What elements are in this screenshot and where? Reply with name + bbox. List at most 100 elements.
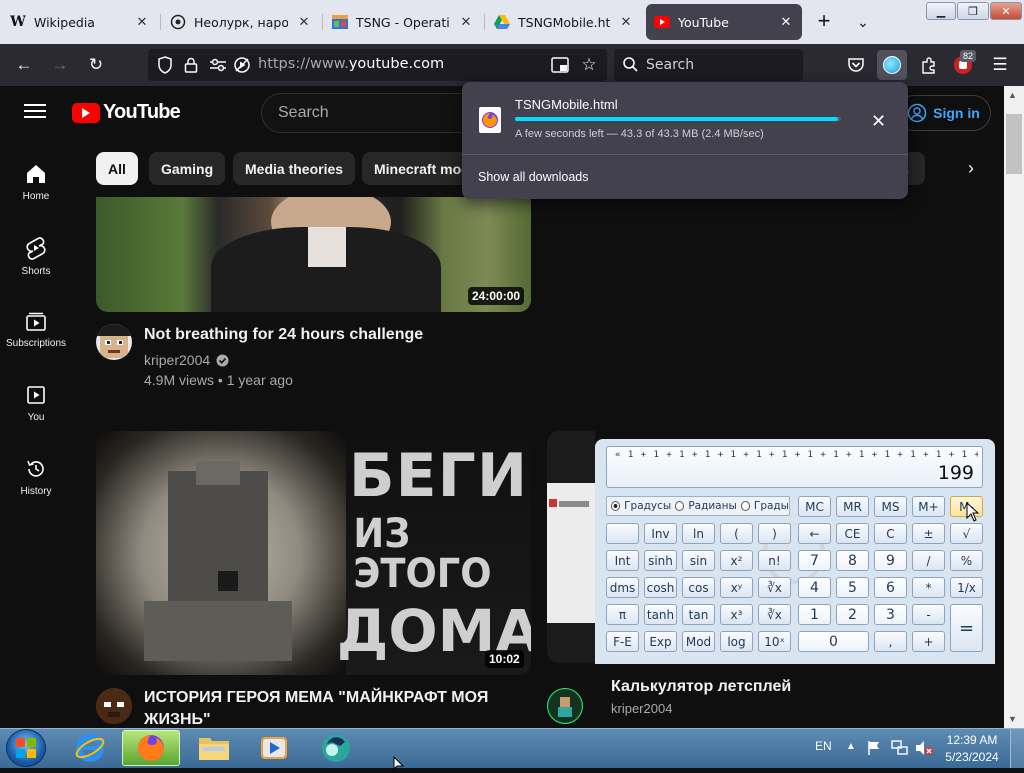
calc-key[interactable]: Mod [682, 631, 715, 652]
calc-ms-button[interactable]: MS [874, 496, 907, 517]
reader-view-icon[interactable] [547, 52, 573, 78]
guide-menu-icon[interactable] [24, 103, 46, 122]
calc-key[interactable]: ← [798, 523, 831, 544]
channel-avatar[interactable] [547, 688, 583, 724]
extensions-puzzle-icon[interactable] [916, 52, 942, 78]
calc-key[interactable]: * [912, 577, 945, 598]
calc-key[interactable]: tanh [644, 604, 677, 625]
calc-equals-button[interactable]: = [950, 604, 983, 652]
sign-in-button[interactable]: Sign in [896, 95, 991, 131]
scroll-down-icon[interactable]: ▼ [1008, 714, 1017, 724]
calc-key[interactable]: ( [720, 523, 753, 544]
calc-key[interactable]: 2 [836, 604, 869, 625]
calc-key[interactable]: % [950, 550, 983, 571]
calc-key[interactable]: ∛x [758, 577, 791, 598]
calc-key[interactable]: C [874, 523, 907, 544]
calc-key[interactable]: tan [682, 604, 715, 625]
sidebar-item-home[interactable]: Home [0, 163, 72, 202]
calc-key[interactable]: √ [950, 523, 983, 544]
channel-avatar[interactable] [96, 688, 132, 724]
radio-degrees[interactable] [611, 501, 621, 511]
calc-key[interactable]: 6 [874, 577, 907, 598]
calc-key[interactable]: dms [606, 577, 639, 598]
tab-neolurk[interactable]: Неолурк, народны ✕ [162, 4, 320, 40]
calc-key[interactable]: Int [606, 550, 639, 571]
channel-avatar[interactable] [96, 324, 132, 360]
calc-key[interactable]: 3 [874, 604, 907, 625]
video-thumbnail[interactable] [96, 197, 531, 312]
channel-name-row[interactable]: kriper2004 [144, 352, 229, 368]
reload-icon[interactable]: ↻ [83, 52, 109, 78]
list-tabs-icon[interactable]: ⌄ [852, 10, 874, 34]
calc-key[interactable]: cosh [644, 577, 677, 598]
close-window-button[interactable]: ✕ [990, 2, 1022, 20]
calc-mc-button[interactable]: MC [798, 496, 831, 517]
calc-key[interactable]: ln [682, 523, 715, 544]
calc-key[interactable]: , [874, 631, 907, 652]
sidebar-item-subscriptions[interactable]: Subscriptions [0, 310, 72, 349]
calc-key[interactable]: log [720, 631, 753, 652]
search-bar[interactable] [614, 49, 803, 81]
tab-youtube[interactable]: YouTube ✕ [646, 4, 802, 40]
scrollbar-thumb[interactable] [1006, 114, 1022, 174]
chip-minecraft-mod[interactable]: Minecraft mod [362, 152, 472, 185]
permissions-icon[interactable] [205, 52, 231, 78]
calc-key[interactable]: - [912, 604, 945, 625]
close-tab-icon[interactable]: ✕ [296, 14, 312, 30]
tracking-shield-icon[interactable] [152, 52, 178, 78]
chip-all[interactable]: All [96, 152, 138, 185]
input-language[interactable]: EN [815, 739, 832, 753]
sidebar-item-history[interactable]: History [0, 458, 72, 497]
calc-key[interactable]: 1/x [950, 577, 983, 598]
new-tab-icon[interactable]: + [813, 10, 835, 34]
video-thumbnail[interactable] [547, 431, 595, 663]
restore-button[interactable]: ❐ [957, 2, 989, 20]
video-title[interactable]: Калькулятор летсплей [611, 676, 791, 698]
calc-key[interactable]: x² [720, 550, 753, 571]
calc-key[interactable]: 9 [874, 550, 907, 571]
calc-key[interactable]: 1 [798, 604, 831, 625]
show-hidden-icons-icon[interactable]: ▲ [846, 741, 856, 752]
calc-key[interactable]: CE [836, 523, 869, 544]
calc-key[interactable]: 8 [836, 550, 869, 571]
calc-mplus-button[interactable]: M+ [912, 496, 945, 517]
calc-key[interactable]: π [606, 604, 639, 625]
minimize-button[interactable]: ▁ [926, 2, 956, 20]
calc-key[interactable]: + [912, 631, 945, 652]
account-button[interactable] [877, 50, 907, 80]
calc-key[interactable]: ± [912, 523, 945, 544]
radio-radians[interactable] [675, 501, 685, 511]
calc-key[interactable]: sin [682, 550, 715, 571]
calc-mr-button[interactable]: MR [836, 496, 869, 517]
calc-key[interactable]: 10ˣ [758, 631, 791, 652]
calc-key[interactable]: 4 [798, 577, 831, 598]
tab-tsng[interactable]: TSNG - Operating S ✕ [324, 4, 482, 40]
calc-key[interactable]: ∛x [758, 604, 791, 625]
bookmark-star-icon[interactable]: ☆ [576, 52, 602, 78]
taskbar-app[interactable] [308, 730, 364, 766]
close-tab-icon[interactable]: ✕ [458, 14, 474, 30]
video-title[interactable]: Not breathing for 24 hours challenge [144, 324, 423, 346]
close-tab-icon[interactable]: ✕ [618, 14, 634, 30]
taskbar-firefox[interactable] [122, 730, 180, 766]
taskbar-clock[interactable]: 12:39 AM 5/23/2024 [942, 732, 1002, 766]
scroll-up-icon[interactable]: ▲ [1008, 90, 1017, 100]
pocket-icon[interactable] [843, 52, 869, 78]
channel-name[interactable]: kriper2004 [611, 701, 672, 716]
lock-icon[interactable] [178, 52, 204, 78]
video-thumbnail[interactable]: БЕГИ ИЗ ЭТОГО ДОМА [96, 431, 531, 675]
start-button[interactable] [6, 729, 46, 767]
radio-grads[interactable] [740, 501, 750, 511]
video-title[interactable]: ИСТОРИЯ ГЕРОЯ МЕМА "МАЙНКРАФТ МОЯ ЖИЗНЬ" [144, 687, 534, 731]
cancel-download-icon[interactable]: ✕ [871, 111, 886, 132]
calc-key[interactable] [606, 523, 639, 544]
close-tab-icon[interactable]: ✕ [778, 14, 794, 30]
menu-hamburger-icon[interactable]: ☰ [987, 52, 1013, 78]
calc-key[interactable]: 7 [798, 550, 831, 571]
taskbar-media-player[interactable] [246, 730, 302, 766]
sidebar-item-you[interactable]: You [0, 384, 72, 423]
calc-key[interactable]: x³ [720, 604, 753, 625]
forward-icon[interactable]: → [47, 52, 73, 78]
calc-key[interactable]: sinh [644, 550, 677, 571]
show-desktop-button[interactable] [1010, 729, 1024, 768]
